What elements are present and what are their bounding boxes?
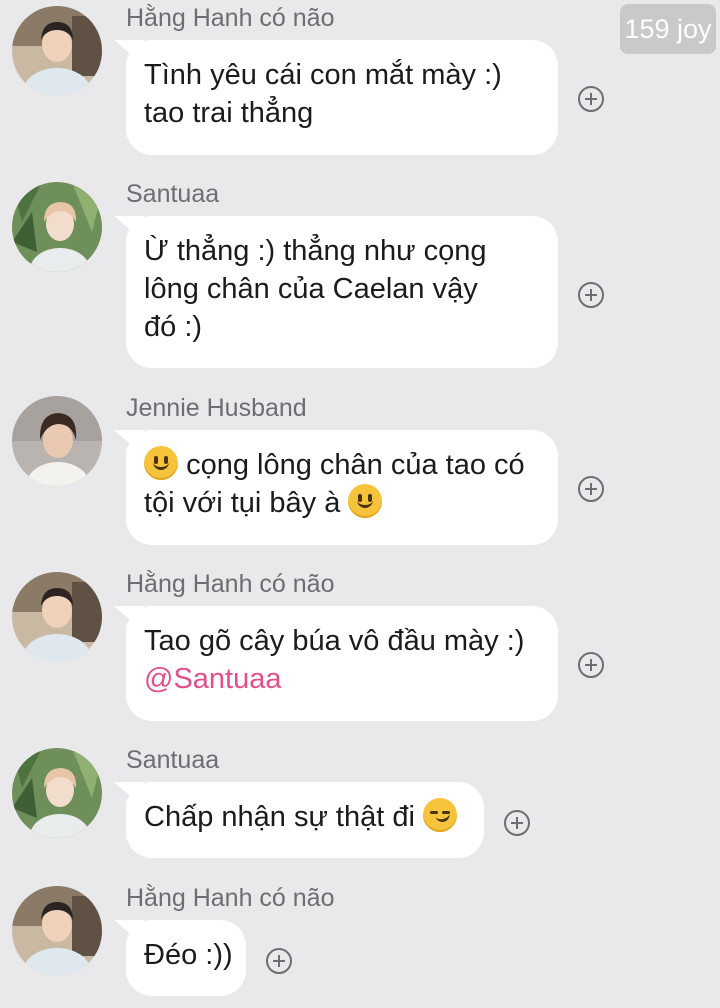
sender-name: Santuaa [126,180,220,208]
add-reaction-icon[interactable] [578,652,604,678]
message-bubble[interactable]: cọng lông chân của tao có tội với tụi bâ… [126,430,558,545]
avatar[interactable] [12,886,102,976]
message-text: lông chân của Caelan vậy [144,273,478,305]
slightly-smiling-face-emoji [348,484,383,518]
avatar[interactable] [12,182,102,272]
message-text: Đéo :)) [144,939,233,971]
message-text: Tao gõ cây búa vô đầu mày :) [144,625,525,657]
message-text: Chấp nhận sự thật đi [144,801,415,833]
add-reaction-icon[interactable] [578,86,604,112]
avatar[interactable] [12,396,102,486]
message-bubble[interactable]: Đéo :)) [126,920,246,996]
mention-link[interactable]: @Santuaa [144,660,540,698]
message-bubble[interactable]: Tình yêu cái con mắt mày :) tao trai thẳ… [126,40,558,155]
avatar[interactable] [12,748,102,838]
message-text: Ừ thẳng :) thẳng như cọng [144,235,487,267]
watermark-badge: 159 joy [620,4,716,54]
message-bubble[interactable]: Chấp nhận sự thật đi [126,782,484,858]
sender-name: Jennie Husband [126,394,307,422]
sender-name: Hằng Hanh có não [126,570,335,598]
message-line: tội với tụi bây à [144,484,540,522]
add-reaction-icon[interactable] [504,810,530,836]
message-bubble[interactable]: Tao gõ cây búa vô đầu mày :) @Santuaa [126,606,558,721]
add-reaction-icon[interactable] [578,282,604,308]
sender-name: Hằng Hanh có não [126,884,335,912]
smirking-face-emoji [423,798,457,832]
slightly-smiling-face-emoji [144,446,178,480]
sender-name: Santuaa [126,746,220,774]
add-reaction-icon[interactable] [266,948,292,974]
message-line: cọng lông chân của tao có [144,446,540,484]
message-line: Chấp nhận sự thật đi [144,798,466,836]
message-text: cọng lông chân của tao có [186,449,525,481]
message-bubble[interactable]: Ừ thẳng :) thẳng như cọng lông chân của … [126,216,558,368]
sender-name: Hằng Hanh có não [126,4,335,32]
avatar[interactable] [12,6,102,96]
message-text: Tình yêu cái con mắt mày :) [144,59,502,91]
message-text: tội với tụi bây à [144,487,341,519]
avatar[interactable] [12,572,102,662]
message-text: đó :) [144,311,203,343]
add-reaction-icon[interactable] [578,476,604,502]
message-text: tao trai thẳng [144,97,314,129]
